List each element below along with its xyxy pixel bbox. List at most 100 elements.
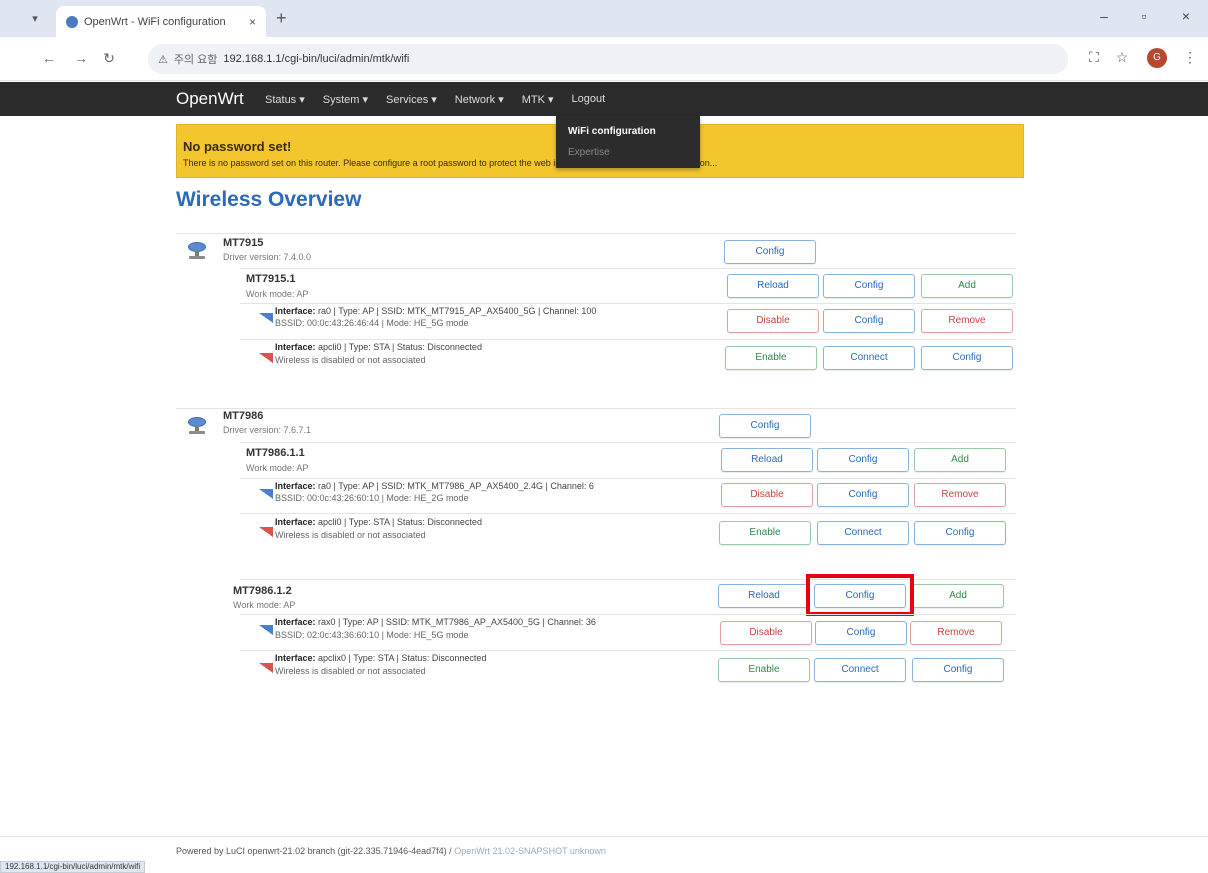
profile-avatar[interactable]: G (1147, 48, 1167, 68)
dropdown-item-wifi-configuration[interactable]: WiFi configuration (568, 126, 688, 137)
signal-off-icon (259, 527, 273, 537)
connect-button[interactable]: Connect (823, 346, 915, 370)
band-name: MT7986.1.1 (246, 447, 305, 459)
divider (240, 442, 1016, 443)
iface-config-button[interactable]: Config (914, 521, 1006, 545)
iface-config-button[interactable]: Config (817, 483, 909, 507)
maximize-icon[interactable]: ▫ (1134, 8, 1154, 24)
iface-config-button[interactable]: Config (815, 621, 907, 645)
page-title: Wireless Overview (176, 188, 362, 211)
menu-logout[interactable]: Logout (572, 93, 606, 106)
browser-toolbar: ← → ↻ ⚠ 주의 요함 192.168.1.1/cgi-bin/luci/a… (0, 37, 1208, 81)
interface-status: Wireless is disabled or not associated (275, 355, 426, 365)
footer-powered-by: Powered by LuCI openwrt-21.02 branch (gi… (176, 846, 606, 856)
connect-button[interactable]: Connect (817, 521, 909, 545)
enable-button[interactable]: Enable (719, 521, 811, 545)
interface-bssid: BSSID: 00:0c:43:26:46:44 | Mode: HE_5G m… (275, 318, 469, 328)
interface-bssid: BSSID: 00:0c:43:26:60:10 | Mode: HE_2G m… (275, 493, 469, 503)
browser-status-bar: 192.168.1.1/cgi-bin/luci/admin/mtk/wifi (0, 861, 146, 873)
band-name: MT7986.1.2 (233, 585, 292, 597)
divider (176, 408, 1016, 409)
interface-bssid: BSSID: 02:0c:43:36:60:10 | Mode: HE_5G m… (275, 630, 469, 640)
remove-button[interactable]: Remove (910, 621, 1002, 645)
interface-status: Wireless is disabled or not associated (275, 666, 426, 676)
connect-button[interactable]: Connect (814, 658, 906, 682)
interface-info: Interface: apclix0 | Type: STA | Status:… (275, 653, 487, 663)
add-button[interactable]: Add (912, 584, 1004, 608)
browser-tab-bar: ▾ OpenWrt - WiFi configuration × + – ▫ × (0, 0, 1208, 37)
openwrt-favicon-icon (66, 15, 78, 28)
tab-search-icon[interactable]: ▾ (26, 10, 44, 28)
iface-config-button[interactable]: Config (921, 346, 1013, 370)
signal-icon (259, 625, 273, 635)
remove-button[interactable]: Remove (921, 309, 1013, 333)
openwrt-header: OpenWrt Status ▾ System ▾ Services ▾ Net… (0, 82, 1208, 116)
signal-icon (259, 313, 273, 323)
tab-title: OpenWrt - WiFi configuration (84, 15, 226, 28)
reload-button[interactable]: Reload (727, 274, 819, 298)
remove-button[interactable]: Remove (914, 483, 1006, 507)
enable-button[interactable]: Enable (718, 658, 810, 682)
main-menu: Status ▾ System ▾ Services ▾ Network ▾ M… (265, 93, 605, 106)
divider (240, 339, 1016, 340)
browser-tab[interactable]: OpenWrt - WiFi configuration × (56, 6, 266, 37)
interface-status: Wireless is disabled or not associated (275, 530, 426, 540)
signal-off-icon (259, 663, 273, 673)
iface-config-button[interactable]: Config (912, 658, 1004, 682)
interface-info: Interface: apcli0 | Type: STA | Status: … (275, 342, 482, 352)
disable-button[interactable]: Disable (727, 309, 819, 333)
device-config-button[interactable]: Config (724, 240, 816, 264)
new-tab-icon[interactable]: + (276, 9, 287, 27)
work-mode: Work mode: AP (246, 463, 309, 473)
menu-system[interactable]: System ▾ (323, 93, 368, 106)
menu-network[interactable]: Network ▾ (455, 93, 504, 106)
interface-info: Interface: ra0 | Type: AP | SSID: MTK_MT… (275, 306, 597, 316)
footer-divider (0, 836, 1208, 837)
add-button[interactable]: Add (914, 448, 1006, 472)
interface-info: Interface: apcli0 | Type: STA | Status: … (275, 517, 482, 527)
disable-button[interactable]: Disable (720, 621, 812, 645)
interface-info: Interface: rax0 | Type: AP | SSID: MTK_M… (275, 617, 596, 627)
divider (240, 650, 1016, 651)
signal-icon (259, 489, 273, 499)
menu-status[interactable]: Status ▾ (265, 93, 305, 106)
menu-mtk[interactable]: MTK ▾ (522, 93, 554, 106)
reload-icon[interactable]: ↻ (100, 50, 118, 67)
iface-config-button[interactable]: Config (823, 309, 915, 333)
forward-icon[interactable]: → (72, 50, 90, 66)
not-secure-icon[interactable]: ⚠ (158, 53, 168, 66)
band-config-button[interactable]: Config (823, 274, 915, 298)
divider (240, 268, 1016, 269)
reload-button[interactable]: Reload (721, 448, 813, 472)
bookmark-star-icon[interactable]: ☆ (1112, 49, 1132, 66)
driver-version: Driver version: 7.6.7.1 (223, 425, 312, 435)
device-config-button[interactable]: Config (719, 414, 811, 438)
divider (240, 513, 1016, 514)
band-config-button[interactable]: Config (817, 448, 909, 472)
tab-close-icon[interactable]: × (249, 15, 256, 29)
divider (176, 233, 1016, 234)
enable-button[interactable]: Enable (725, 346, 817, 370)
back-icon[interactable]: ← (40, 50, 58, 66)
close-window-icon[interactable]: × (1176, 8, 1196, 24)
dropdown-item-expertise[interactable]: Expertise (568, 147, 688, 158)
address-bar[interactable]: ⚠ 주의 요함 192.168.1.1/cgi-bin/luci/admin/m… (148, 44, 1068, 74)
menu-services[interactable]: Services ▾ (386, 93, 437, 106)
signal-off-icon (259, 353, 273, 363)
brand-logo[interactable]: OpenWrt (176, 89, 244, 109)
add-button[interactable]: Add (921, 274, 1013, 298)
reload-button[interactable]: Reload (718, 584, 810, 608)
url-text[interactable]: 192.168.1.1/cgi-bin/luci/admin/mtk/wifi (223, 53, 409, 65)
translate-icon[interactable]: ⛶ (1084, 49, 1104, 66)
highlight-box (806, 574, 914, 616)
divider (240, 478, 1016, 479)
security-label[interactable]: 주의 요함 (174, 51, 218, 67)
band-name: MT7915.1 (246, 273, 296, 285)
mtk-dropdown-menu: WiFi configuration Expertise (556, 116, 700, 168)
driver-version: Driver version: 7.4.0.0 (223, 252, 312, 262)
browser-menu-icon[interactable]: ⋮ (1180, 49, 1200, 66)
minimize-icon[interactable]: – (1094, 8, 1114, 24)
device-name: MT7915 (223, 237, 264, 249)
disable-button[interactable]: Disable (721, 483, 813, 507)
work-mode: Work mode: AP (246, 289, 309, 299)
